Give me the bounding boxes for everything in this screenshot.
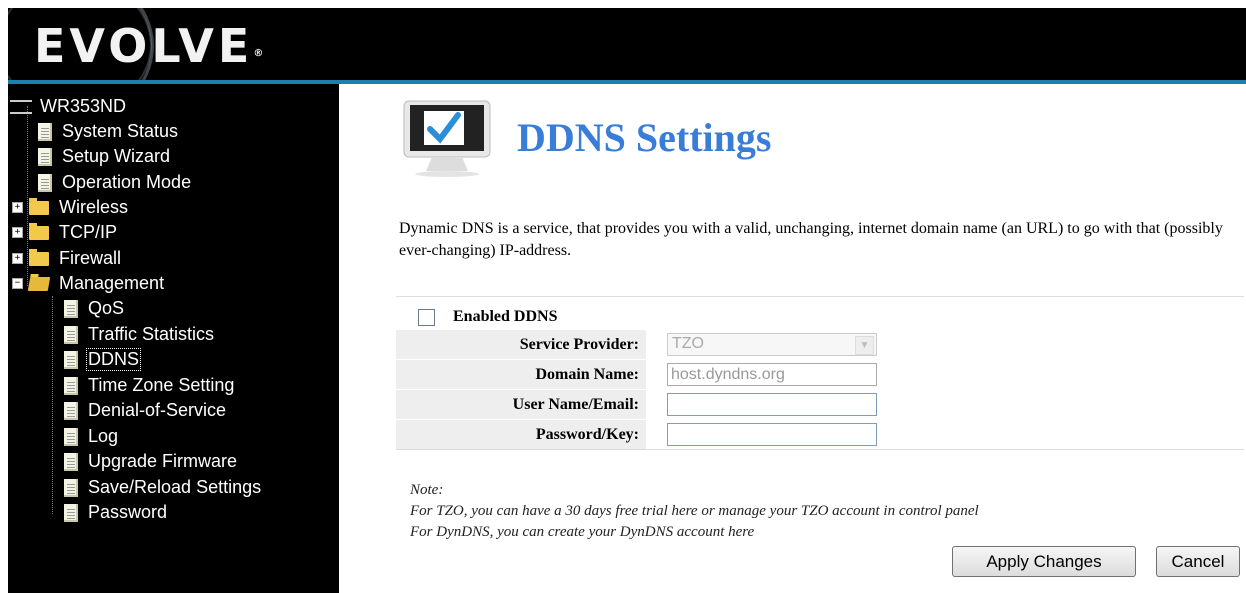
sidebar-item-label: Save/Reload Settings [88, 477, 262, 497]
sidebar-item-label: Operation Mode [62, 172, 192, 192]
sidebar-item-qos[interactable]: QoS [64, 296, 126, 321]
chevron-down-icon: ▼ [855, 336, 874, 355]
apply-changes-button[interactable]: Apply Changes [952, 546, 1136, 577]
main-content: DDNS Settings Dynamic DNS is a service, … [339, 84, 1246, 593]
expand-icon[interactable]: + [12, 202, 23, 213]
page-description: Dynamic DNS is a service, that provides … [399, 220, 1223, 259]
sidebar-item-ddns[interactable]: DDNS [64, 347, 142, 372]
sidebar-item-label: Denial-of-Service [88, 400, 227, 420]
folder-icon [29, 197, 49, 215]
sidebar-item-management[interactable]: − Management [12, 271, 166, 296]
domain-name-label: Domain Name: [396, 360, 646, 389]
note-block: Note: For TZO, you can have a 30 days fr… [410, 480, 979, 543]
service-provider-cell: TZO ▼ [647, 330, 1244, 359]
folder-icon [29, 248, 49, 266]
domain-name-input[interactable] [667, 363, 877, 386]
sidebar-item-denial-of-service[interactable]: Denial-of-Service [64, 398, 228, 423]
sidebar-item-label: TCP/IP [59, 222, 118, 242]
page-icon [64, 478, 78, 497]
note-tzo: For TZO, you can have a 30 days free tri… [410, 503, 979, 519]
sidebar-item-label: Firewall [59, 248, 122, 268]
password-row: Password/Key: [396, 420, 1244, 450]
username-row: User Name/Email: [396, 390, 1244, 420]
service-provider-select[interactable]: TZO ▼ [667, 333, 877, 356]
sidebar-item-system-status[interactable]: System Status [38, 119, 180, 144]
sidebar-item-upgrade-firmware[interactable]: Upgrade Firmware [64, 449, 239, 474]
sidebar-item-label: Setup Wizard [62, 146, 171, 166]
sidebar-item-label: DDNS [86, 348, 142, 371]
sidebar-item-operation-mode[interactable]: Operation Mode [38, 170, 193, 195]
sidebar-item-label: QoS [88, 298, 125, 318]
tree-root[interactable]: WR353ND [10, 94, 128, 119]
sidebar-item-traffic-statistics[interactable]: Traffic Statistics [64, 322, 216, 347]
folder-icon [29, 222, 49, 240]
service-provider-value: TZO [672, 335, 704, 352]
password-input[interactable] [667, 423, 877, 446]
expand-icon[interactable]: + [12, 253, 23, 264]
username-cell [647, 390, 1244, 419]
collapse-icon[interactable]: − [12, 278, 23, 289]
open-folder-icon [27, 276, 51, 291]
sidebar-item-label: Wireless [59, 197, 129, 217]
page-icon [64, 427, 78, 446]
password-label: Password/Key: [396, 420, 646, 449]
sidebar-tree: WR353ND System Status Setup Wizard Opera… [8, 84, 339, 593]
sidebar-item-label: Upgrade Firmware [88, 451, 238, 471]
sidebar-item-label: Password [88, 502, 168, 522]
enable-ddns-label: Enabled DDNS [453, 308, 558, 325]
page-icon [38, 122, 52, 141]
page-title: DDNS Settings [517, 115, 772, 160]
page-icon [64, 452, 78, 471]
cancel-button[interactable]: Cancel [1156, 546, 1240, 577]
sidebar-item-label: Traffic Statistics [88, 324, 215, 344]
divider [396, 449, 1244, 450]
sidebar-item-label: System Status [62, 121, 179, 141]
header-banner: EVOLVE® [8, 8, 1246, 84]
sidebar-item-label: Time Zone Setting [88, 375, 235, 395]
note-heading: Note: [410, 482, 444, 498]
note-dyndns: For DynDNS, you can create your DynDNS a… [410, 524, 755, 540]
sidebar-item-label: Management [59, 273, 165, 293]
sidebar-item-firewall[interactable]: + Firewall [12, 246, 123, 271]
domain-name-cell [647, 360, 1244, 389]
sidebar-item-password[interactable]: Password [64, 500, 169, 525]
page-icon [64, 376, 78, 395]
username-input[interactable] [667, 393, 877, 416]
page-icon [64, 401, 78, 420]
tree-root-label: WR353ND [40, 96, 127, 116]
sidebar-item-save-reload-settings[interactable]: Save/Reload Settings [64, 475, 263, 500]
enable-ddns-row: Enabled DDNS [396, 304, 1244, 330]
page-icon [64, 325, 78, 344]
expand-icon[interactable]: + [12, 227, 23, 238]
page-icon [38, 173, 52, 192]
page-icon [64, 503, 78, 522]
username-label: User Name/Email: [396, 390, 646, 419]
tree-line [52, 296, 53, 514]
monitor-check-icon [403, 100, 491, 177]
sidebar-item-setup-wizard[interactable]: Setup Wizard [38, 144, 172, 169]
service-provider-label: Service Provider: [396, 330, 646, 359]
page-icon [38, 147, 52, 166]
password-cell [647, 420, 1244, 449]
page-icon [64, 299, 78, 318]
page-icon [64, 350, 78, 369]
registered-mark: ® [253, 48, 264, 59]
sidebar-item-wireless[interactable]: + Wireless [12, 195, 130, 220]
sidebar-item-label: Log [88, 426, 119, 446]
router-icon [10, 99, 32, 114]
service-provider-row: Service Provider: TZO ▼ [396, 330, 1244, 360]
sidebar-item-time-zone-setting[interactable]: Time Zone Setting [64, 373, 236, 398]
sidebar-item-log[interactable]: Log [64, 424, 120, 449]
brand-logo: EVOLVE® [34, 20, 263, 72]
enable-ddns-checkbox[interactable] [418, 308, 435, 326]
domain-name-row: Domain Name: [396, 360, 1244, 390]
divider [396, 296, 1244, 297]
sidebar-item-tcpip[interactable]: + TCP/IP [12, 220, 119, 245]
logo-text: EVOLVE [34, 19, 254, 73]
